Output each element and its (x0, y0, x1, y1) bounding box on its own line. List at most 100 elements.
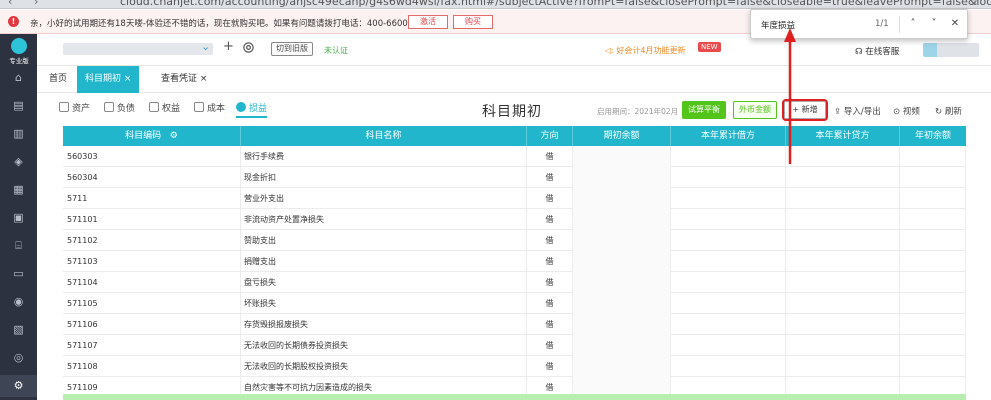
ytd-debit-cell[interactable] (671, 188, 786, 209)
ytd-debit-cell[interactable] (671, 293, 786, 314)
tab-view-voucher[interactable]: 查看凭证 × (153, 66, 215, 93)
ytd-credit-cell[interactable] (786, 272, 900, 293)
chevron-up-icon[interactable]: ˄ (906, 17, 920, 31)
subtab-liabilities[interactable]: 负债 (104, 101, 135, 118)
ytd-debit-cell[interactable] (671, 209, 786, 230)
trial-balance-button[interactable]: 试算平衡 (682, 101, 726, 119)
year-start-balance-cell[interactable] (900, 146, 966, 167)
table-row[interactable]: 571106 存货毁损报废损失借 (63, 314, 966, 335)
ytd-credit-cell[interactable] (786, 293, 900, 314)
import-export-button[interactable]: ⇪ 导入/导出 (834, 105, 881, 117)
year-start-balance-cell[interactable] (900, 209, 966, 230)
table-row[interactable]: 571103 捐赠支出借 (63, 251, 966, 272)
opening-balance-cell[interactable] (573, 272, 671, 293)
ytd-debit-cell[interactable] (671, 146, 786, 167)
table-row[interactable]: 571104 盘亏损失借 (63, 272, 966, 293)
year-start-balance-cell[interactable] (900, 230, 966, 251)
company-name-blurred[interactable] (63, 43, 213, 55)
foreign-currency-button[interactable]: 外币金额 (733, 101, 777, 119)
opening-balance-cell[interactable] (573, 314, 671, 335)
year-start-balance-cell[interactable] (900, 293, 966, 314)
close-icon[interactable]: ✕ (948, 17, 962, 31)
unverified-status[interactable]: 未认证 (324, 45, 348, 56)
table-row[interactable]: 571101 非流动资产处置净损失借 (63, 209, 966, 230)
bookmark-icon[interactable]: ☆ (969, 0, 979, 8)
chevron-down-icon[interactable]: ⌄ (201, 40, 210, 53)
image-icon[interactable]: ▣ (11, 210, 26, 225)
refresh-button[interactable]: ↻ 刷新 (935, 105, 962, 117)
subtab-profit-loss[interactable]: 损益 (236, 101, 268, 118)
add-company-icon[interactable]: + (223, 39, 234, 54)
year-start-balance-cell[interactable] (900, 167, 966, 188)
table-row[interactable]: 560303 银行手续费借 (63, 146, 966, 167)
report-chart-icon[interactable]: ▥ (11, 126, 26, 141)
home-icon[interactable]: ⌂ (11, 70, 26, 85)
buy-button[interactable]: 购买 (453, 15, 493, 29)
ytd-debit-cell[interactable] (671, 314, 786, 335)
table-row[interactable]: 571108 无法收回的长期股权投资损失借 (63, 356, 966, 377)
year-start-balance-cell[interactable] (900, 314, 966, 335)
ytd-credit-cell[interactable] (786, 209, 900, 230)
promo-link[interactable]: ◁ː 好会计4月功能更新 (605, 45, 685, 56)
salary-icon[interactable]: ◉ (11, 294, 26, 309)
ytd-debit-cell[interactable] (671, 230, 786, 251)
app-logo[interactable]: 专业版 (5, 38, 33, 65)
year-start-balance-cell[interactable] (900, 188, 966, 209)
forward-icon[interactable]: › (34, 0, 38, 8)
year-start-balance-cell[interactable] (900, 335, 966, 356)
gear-icon[interactable] (242, 41, 255, 54)
activate-button[interactable]: 激活 (408, 15, 448, 29)
ytd-credit-cell[interactable] (786, 230, 900, 251)
subtab-equity[interactable]: 权益 (149, 101, 180, 118)
monitor-icon[interactable]: ▭ (11, 266, 26, 281)
opening-balance-cell[interactable] (573, 146, 671, 167)
chevron-down-icon[interactable]: ˅ (927, 17, 941, 31)
opening-balance-cell[interactable] (573, 356, 671, 377)
asset-icon[interactable]: ⌸ (11, 238, 26, 253)
ytd-credit-cell[interactable] (786, 188, 900, 209)
year-start-balance-cell[interactable] (900, 251, 966, 272)
subtab-cost[interactable]: 成本 (194, 101, 225, 118)
back-icon[interactable]: ‹ (8, 0, 12, 8)
ytd-debit-cell[interactable] (671, 272, 786, 293)
table-row[interactable] (63, 394, 966, 400)
ytd-debit-cell[interactable] (671, 335, 786, 356)
tab-home[interactable]: 首页 (41, 66, 75, 93)
table-row[interactable]: 571105 坏账损失借 (63, 293, 966, 314)
video-button[interactable]: ⊙ 视频 (893, 105, 920, 117)
ytd-credit-cell[interactable] (786, 146, 900, 167)
switch-old-version-button[interactable]: 切到旧版 (271, 42, 313, 56)
online-support-link[interactable]: ☊ 在线客服 (855, 45, 899, 57)
ytd-debit-cell[interactable] (671, 251, 786, 272)
ytd-credit-cell[interactable] (786, 167, 900, 188)
table-row[interactable]: 571107 无法收回的长期债券投资损失借 (63, 335, 966, 356)
opening-balance-cell[interactable] (573, 293, 671, 314)
gear-icon[interactable]: ⚙ (164, 131, 178, 141)
opening-balance-cell[interactable] (573, 230, 671, 251)
ytd-credit-cell[interactable] (786, 251, 900, 272)
ytd-credit-cell[interactable] (786, 335, 900, 356)
tab-subject-opening[interactable]: 科目期初 × (77, 66, 140, 93)
table-row[interactable]: 560304 现金折扣借 (63, 167, 966, 188)
opening-balance-cell[interactable] (573, 209, 671, 230)
url-text[interactable]: cloud.chanjet.com/accounting/anjsc49ecan… (120, 0, 991, 8)
subtab-assets[interactable]: 资产 (59, 101, 90, 118)
table-row[interactable]: 571102 赞助支出借 (63, 230, 966, 251)
user-avatar[interactable] (923, 43, 979, 57)
invoice-icon[interactable]: ▦ (11, 182, 26, 197)
year-start-balance-cell[interactable] (900, 272, 966, 293)
close-icon[interactable]: × (200, 74, 208, 84)
year-start-balance-cell[interactable] (900, 356, 966, 377)
ytd-credit-cell[interactable] (786, 356, 900, 377)
ytd-debit-cell[interactable] (671, 356, 786, 377)
opening-balance-cell[interactable] (573, 251, 671, 272)
archive-icon[interactable]: ◎ (11, 350, 26, 365)
table-row[interactable]: 5711 营业外支出借 (63, 188, 966, 209)
cash-icon[interactable]: ◈ (11, 154, 26, 169)
close-icon[interactable]: × (124, 74, 132, 84)
tax-icon[interactable]: ▧ (11, 322, 26, 337)
ytd-debit-cell[interactable] (671, 167, 786, 188)
settings-icon[interactable]: ⚙ (0, 375, 37, 397)
opening-balance-cell[interactable] (573, 335, 671, 356)
opening-balance-cell[interactable] (573, 167, 671, 188)
